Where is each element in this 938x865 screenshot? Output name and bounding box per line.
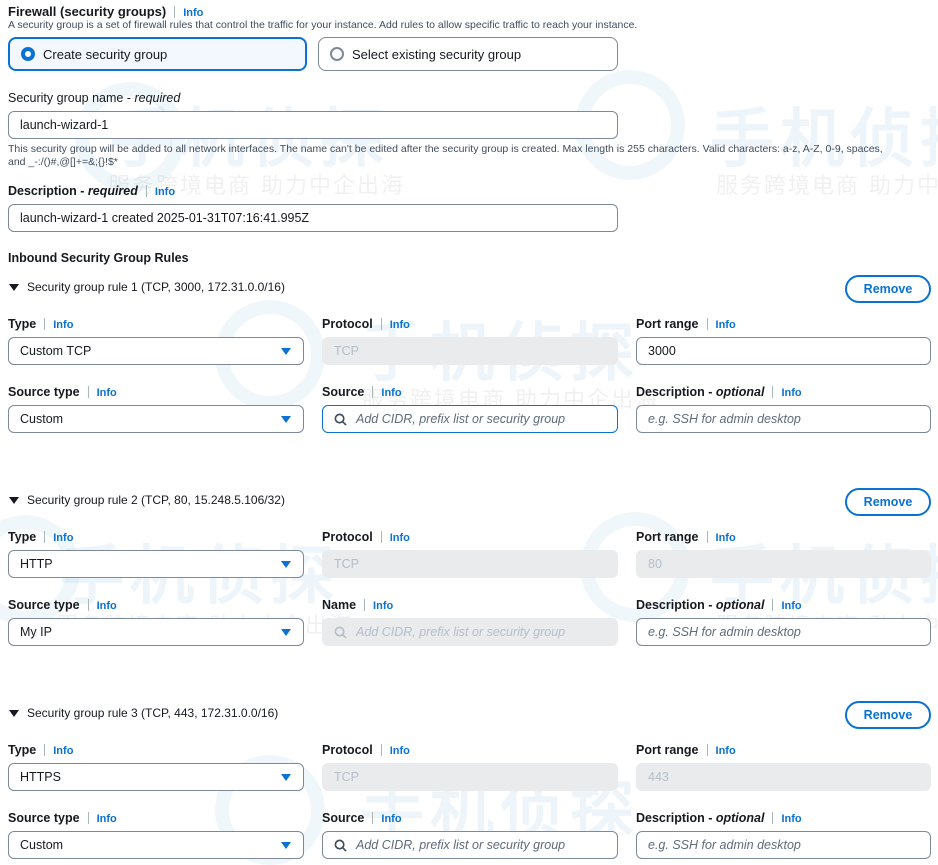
rule-2-protocol-label: Protocol Info <box>322 530 410 544</box>
rule-2-port-input: 80 <box>636 550 931 578</box>
rule-3-description-input[interactable]: e.g. SSH for admin desktop <box>636 831 931 859</box>
create-security-group-label: Create security group <box>43 46 168 62</box>
caret-down-icon <box>281 774 291 781</box>
select-existing-security-group-option[interactable]: Select existing security group <box>318 37 618 71</box>
sg-description-label: Description - required Info <box>8 184 176 198</box>
caret-down-icon <box>281 629 291 636</box>
rule-2-type-label: Type Info <box>8 530 74 544</box>
rule-2-description-label: Description - optional Info <box>636 598 802 612</box>
rule-3-type-label: Type Info <box>8 743 74 757</box>
caret-down-icon <box>281 416 291 423</box>
rule-1-source-input[interactable]: Add CIDR, prefix list or security group <box>322 405 618 433</box>
rule-2-name-input: Add CIDR, prefix list or security group <box>322 618 618 646</box>
rule-1-source-label: Source Info <box>322 385 402 399</box>
rule-1-type-select[interactable]: Custom TCP <box>8 337 304 365</box>
rule-3-remove-button[interactable]: Remove <box>845 701 931 729</box>
rule-3-port-input: 443 <box>636 763 931 791</box>
rule-3-source-type-label: Source type Info <box>8 811 117 825</box>
search-icon <box>334 839 347 852</box>
rule-1-header[interactable]: Security group rule 1 (TCP, 3000, 172.31… <box>9 280 285 294</box>
sg-name-help-line1: This security group will be added to all… <box>8 143 883 155</box>
rule-1-source-type-label: Source type Info <box>8 385 117 399</box>
rule-3-port-label: Port range Info <box>636 743 736 757</box>
sg-name-input[interactable]: launch-wizard-1 <box>8 111 618 139</box>
rule-2-source-type-select[interactable]: My IP <box>8 618 304 646</box>
expand-triangle-icon[interactable] <box>9 496 19 504</box>
rule-2-type-select[interactable]: HTTP <box>8 550 304 578</box>
rule-2-heading: Security group rule 2 (TCP, 80, 15.248.5… <box>27 493 285 507</box>
caret-down-icon <box>281 842 291 849</box>
sg-name-label: Security group name - required <box>8 91 181 105</box>
rule-2-remove-button[interactable]: Remove <box>845 488 931 516</box>
rule-3-header[interactable]: Security group rule 3 (TCP, 443, 172.31.… <box>9 706 278 720</box>
caret-down-icon <box>281 348 291 355</box>
sg-description-info-link[interactable]: Info <box>155 186 175 198</box>
rule-3-source-input[interactable]: Add CIDR, prefix list or security group <box>322 831 618 859</box>
rule-2-source-type-label: Source type Info <box>8 598 117 612</box>
rule-1-remove-button[interactable]: Remove <box>845 275 931 303</box>
rule-1-heading: Security group rule 1 (TCP, 3000, 172.31… <box>27 280 285 294</box>
expand-triangle-icon[interactable] <box>9 283 19 291</box>
caret-down-icon <box>281 561 291 568</box>
rule-1-port-input[interactable]: 3000 <box>636 337 931 365</box>
rule-2-protocol-input: TCP <box>322 550 618 578</box>
firewall-title: Firewall (security groups) <box>8 4 167 19</box>
inbound-rules-title: Inbound Security Group Rules <box>8 251 189 265</box>
radio-selected-icon[interactable] <box>21 47 35 61</box>
search-icon <box>334 413 347 426</box>
rule-1-protocol-input: TCP <box>322 337 618 365</box>
rule-3-protocol-input: TCP <box>322 763 618 791</box>
firewall-description: A security group is a set of firewall ru… <box>8 19 638 31</box>
select-existing-security-group-label: Select existing security group <box>352 46 522 62</box>
rule-3-protocol-label: Protocol Info <box>322 743 410 757</box>
rule-1-description-label: Description - optional Info <box>636 385 802 399</box>
rule-3-heading: Security group rule 3 (TCP, 443, 172.31.… <box>27 706 279 720</box>
rule-1-port-label: Port range Info <box>636 317 736 331</box>
rule-2-port-label: Port range Info <box>636 530 736 544</box>
rule-1-type-label: Type Info <box>8 317 74 331</box>
sg-description-input[interactable]: launch-wizard-1 created 2025-01-31T07:16… <box>8 204 618 232</box>
search-icon <box>334 626 347 639</box>
rule-2-description-input[interactable]: e.g. SSH for admin desktop <box>636 618 931 646</box>
firewall-info-link[interactable]: Info <box>183 7 203 19</box>
radio-unselected-icon[interactable] <box>330 47 344 61</box>
expand-triangle-icon[interactable] <box>9 709 19 717</box>
rule-3-source-label: Source Info <box>322 811 402 825</box>
rule-1-description-input[interactable]: e.g. SSH for admin desktop <box>636 405 931 433</box>
sg-name-help-line2: and _-:/()#,@[]+=&;{}!$* <box>8 156 118 168</box>
watermark-subtext: 服务跨境电商 助力中企出海 <box>716 174 938 199</box>
create-security-group-option[interactable]: Create security group <box>8 37 307 71</box>
rule-3-description-label: Description - optional Info <box>636 811 802 825</box>
rule-1-source-type-select[interactable]: Custom <box>8 405 304 433</box>
watermark-text: 手机侦探 <box>710 103 938 177</box>
rule-2-name-label: Name Info <box>322 598 394 612</box>
rule-1-protocol-label: Protocol Info <box>322 317 410 331</box>
rule-3-type-select[interactable]: HTTPS <box>8 763 304 791</box>
rule-2-header[interactable]: Security group rule 2 (TCP, 80, 15.248.5… <box>9 493 285 507</box>
rule-3-source-type-select[interactable]: Custom <box>8 831 304 859</box>
